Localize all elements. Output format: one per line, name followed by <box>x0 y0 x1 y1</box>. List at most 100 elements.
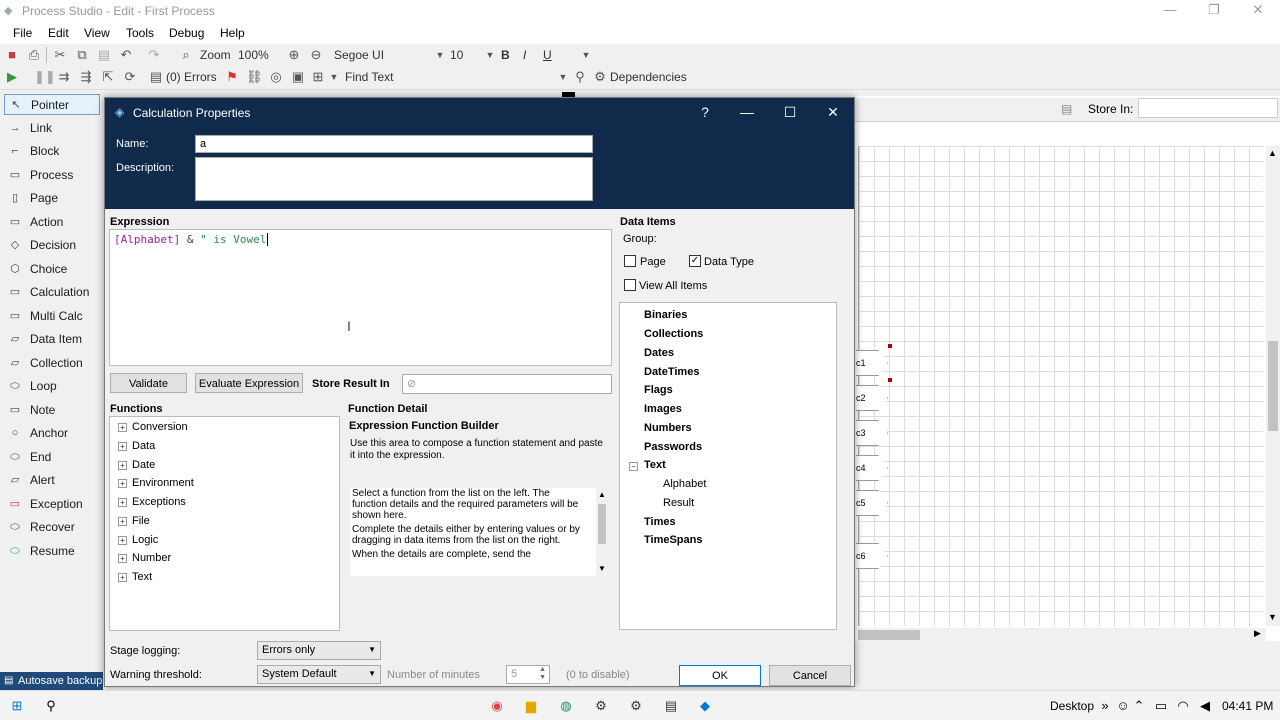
underline-button[interactable]: U <box>543 48 552 62</box>
palette-alert[interactable]: ▱ Alert <box>4 470 100 491</box>
grid-icon[interactable]: ⊞ <box>310 69 326 85</box>
chrome-icon[interactable]: ◉ <box>488 698 506 714</box>
zoom-in-icon[interactable]: ⊕ <box>286 47 302 63</box>
zoom-select[interactable]: 100% <box>238 48 269 62</box>
tree-item-number[interactable]: + Number <box>118 552 171 564</box>
expression-editor[interactable]: [Alphabet] & " is Vowel <box>109 229 612 366</box>
menu-file[interactable]: File <box>13 26 32 40</box>
cut-icon[interactable]: ✂ <box>52 47 68 63</box>
data-group-collections[interactable]: Collections <box>644 328 703 340</box>
expand-icon[interactable]: + <box>118 572 127 582</box>
close-icon[interactable]: ✕ <box>1238 2 1278 20</box>
palette-choice[interactable]: ⬡ Choice <box>4 259 100 280</box>
description-input[interactable] <box>195 157 593 201</box>
palette-recover[interactable]: ⬭ Recover <box>4 517 100 538</box>
evaluate-expression-button[interactable]: Evaluate Expression <box>195 373 303 393</box>
step-icon[interactable]: ⇉ <box>56 69 72 85</box>
chevron-down-icon[interactable]: ▼ <box>555 69 571 85</box>
app-icon[interactable]: ⚙ <box>592 698 610 714</box>
run-icon[interactable]: ▶ <box>4 69 20 85</box>
collapse-icon[interactable]: − <box>629 462 638 471</box>
expand-icon[interactable]: + <box>118 441 127 451</box>
chevron-down-icon[interactable]: ▼ <box>578 47 594 63</box>
link-icon[interactable]: ⛓ <box>246 69 263 85</box>
data-group-images[interactable]: Images <box>644 403 682 415</box>
battery-icon[interactable]: ▭ <box>1152 698 1170 714</box>
copy-icon[interactable]: ⧉ <box>74 47 90 63</box>
expand-icon[interactable]: + <box>118 516 127 526</box>
tree-item-date[interactable]: + Date <box>118 459 155 471</box>
redo-icon[interactable]: ↷ <box>146 47 162 63</box>
clock[interactable]: 04:41 PM <box>1222 699 1273 713</box>
chevron-up-icon[interactable]: ⌃ <box>1130 698 1148 714</box>
desktop-toolbar[interactable]: Desktop <box>1050 699 1094 713</box>
font-size-select[interactable]: 10 <box>450 48 463 62</box>
palette-loop[interactable]: ⬭ Loop <box>4 376 100 397</box>
menu-view[interactable]: View <box>84 26 110 40</box>
expand-icon[interactable]: + <box>118 553 127 563</box>
italic-button[interactable]: I <box>523 48 526 62</box>
chevron-down-icon[interactable]: ▼ <box>1268 612 1277 622</box>
palette-block[interactable]: ⌐ Block <box>4 141 100 162</box>
tree-item-data[interactable]: + Data <box>118 440 155 452</box>
canvas-vertical-scrollbar[interactable]: ▲ ▼ <box>1266 146 1280 626</box>
errors-button[interactable]: (0) Errors <box>166 70 217 84</box>
palette-multi-calc[interactable]: ▭ Multi Calc <box>4 306 100 327</box>
palette-calculation[interactable]: ▭ Calculation <box>4 282 100 303</box>
edge-icon[interactable]: ◍ <box>557 698 575 714</box>
ok-button[interactable]: OK <box>679 665 761 686</box>
chevron-up-icon[interactable]: ▲ <box>1268 148 1277 158</box>
chevron-down-icon[interactable]: ▼ <box>326 69 342 85</box>
view-all-checkbox[interactable] <box>624 279 636 291</box>
paste-icon[interactable]: ▤ <box>96 47 112 63</box>
tree-item-text[interactable]: + Text <box>118 571 152 583</box>
data-group-flags[interactable]: Flags <box>644 384 673 396</box>
canvas-horizontal-scrollbar[interactable]: ▶ <box>858 628 1266 642</box>
data-group-dates[interactable]: Dates <box>644 347 674 359</box>
close-icon[interactable]: ✕ <box>821 104 845 121</box>
palette-anchor[interactable]: ○ Anchor <box>4 423 100 444</box>
minimize-icon[interactable]: — <box>1150 2 1190 20</box>
tree-item-logic[interactable]: + Logic <box>118 534 158 546</box>
data-group-binaries[interactable]: Binaries <box>644 309 687 321</box>
scroll-thumb[interactable] <box>598 504 606 544</box>
chevron-up-icon[interactable]: ▲ <box>598 490 606 499</box>
expand-icon[interactable]: + <box>118 478 127 488</box>
palette-link[interactable]: → Link <box>4 118 100 139</box>
search-icon[interactable]: ⚲ <box>42 698 60 714</box>
app-icon[interactable]: ⚙ <box>627 698 645 714</box>
watch-icon[interactable]: ◎ <box>268 69 284 85</box>
palette-data-item[interactable]: ▱ Data Item <box>4 329 100 350</box>
chevron-down-icon[interactable]: ▼ <box>482 47 498 63</box>
palette-action[interactable]: ▭ Action <box>4 212 100 233</box>
menu-help[interactable]: Help <box>220 26 245 40</box>
step-out-icon[interactable]: ⇱ <box>100 69 116 85</box>
page-checkbox[interactable] <box>624 255 636 267</box>
dependencies-icon[interactable]: ⚙ <box>592 69 608 85</box>
blue-prism-icon[interactable]: ◆ <box>696 698 714 714</box>
palette-process[interactable]: ▭ Process <box>4 165 100 186</box>
find-text-input[interactable]: Find Text <box>345 70 393 84</box>
process-canvas-grid[interactable] <box>858 146 1263 626</box>
print-icon[interactable]: ⎙ <box>26 47 42 63</box>
undo-icon[interactable]: ↶ <box>118 47 134 63</box>
minimize-icon[interactable]: — <box>735 104 759 120</box>
data-group-numbers[interactable]: Numbers <box>644 422 692 434</box>
data-group-datetimes[interactable]: DateTimes <box>644 366 699 378</box>
help-icon[interactable]: ? <box>693 104 717 120</box>
bold-button[interactable]: B <box>501 48 510 62</box>
chevron-down-icon[interactable]: ▼ <box>598 564 606 573</box>
expand-icon[interactable]: + <box>118 535 127 545</box>
cancel-button[interactable]: Cancel <box>769 665 851 686</box>
wifi-icon[interactable]: ◠ <box>1174 698 1192 714</box>
dependencies-button[interactable]: Dependencies <box>610 70 687 84</box>
palette-exception[interactable]: ▭ Exception <box>4 494 100 515</box>
menu-debug[interactable]: Debug <box>169 26 204 40</box>
layout-icon[interactable]: ▣ <box>290 69 306 85</box>
data-group-text[interactable]: Text <box>644 459 666 471</box>
expand-icon[interactable]: + <box>118 422 127 432</box>
data-item-result[interactable]: Result <box>663 497 694 509</box>
menu-tools[interactable]: Tools <box>126 26 154 40</box>
store-in-field[interactable] <box>1138 98 1278 118</box>
file-explorer-icon[interactable]: ▆ <box>522 698 540 714</box>
